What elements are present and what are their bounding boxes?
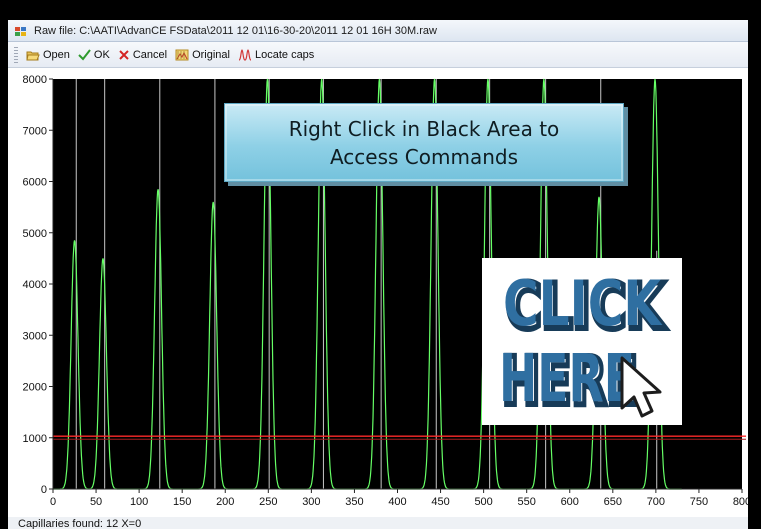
x-tick-label: 700 [647,496,665,508]
x-tick-label: 450 [431,496,449,508]
x-tick-label: 750 [690,496,708,508]
ok-label: OK [93,48,110,61]
toolbar: Open OK Cancel Original Locate caps [8,42,748,68]
status-bar: Capillaries found: 12 X=0 [8,517,748,529]
x-tick-label: 650 [604,496,622,508]
locate-caps-label: Locate caps [254,48,315,61]
x-tick-label: 100 [130,496,148,508]
ok-button[interactable]: OK [74,45,114,65]
app-icon [15,26,26,36]
callout-line-1: Right Click in Black Area to [288,117,560,141]
folder-open-icon [26,51,40,60]
x-tick-label: 550 [518,496,536,508]
status-text: Capillaries found: 12 X=0 [18,518,142,529]
x-tick-label: 600 [561,496,579,508]
y-tick-label: 3000 [23,330,47,342]
x-tick-label: 50 [90,496,102,508]
y-tick-label: 8000 [23,74,47,86]
title-bar[interactable]: Raw file: C:\AATI\AdvanCE FSData\2011 12… [8,20,748,42]
locate-caps-icon [238,48,252,61]
click-here-graphic[interactable]: CLICK CLICK HERE HERE [482,258,682,425]
y-tick-label: 2000 [23,382,47,394]
x-tick-label: 0 [50,496,56,508]
y-tick-label: 6000 [23,177,47,189]
open-button[interactable]: Open [22,45,74,65]
locate-caps-button[interactable]: Locate caps [234,45,318,65]
y-tick-label: 7000 [23,125,47,137]
y-tick-label: 5000 [23,228,47,240]
x-tick-label: 800 [733,496,748,508]
x-tick-label: 200 [216,496,234,508]
x-tick-label: 350 [345,496,363,508]
x-tick-label: 400 [388,496,406,508]
y-tick-label: 4000 [23,279,47,291]
cancel-label: Cancel [132,48,168,61]
checkmark-icon [78,48,91,61]
x-tick-label: 500 [474,496,492,508]
application-window: Raw file: C:\AATI\AdvanCE FSData\2011 12… [0,0,761,529]
click-word: CLICK [503,267,663,340]
here-word: HERE [499,340,635,417]
cancel-x-icon [119,49,129,60]
x-tick-label: 150 [173,496,191,508]
y-tick-label: 1000 [23,433,47,445]
x-tick-label: 300 [302,496,320,508]
callout-line-2: Access Commands [329,145,519,169]
original-label: Original [192,48,230,61]
y-tick-label: 0 [41,484,47,496]
cancel-button[interactable]: Cancel [114,45,171,65]
open-label: Open [43,48,70,61]
original-button[interactable]: Original [171,45,234,65]
original-icon [175,49,189,60]
toolbar-grip[interactable] [14,46,18,63]
instruction-callout: Right Click in Black Area to Access Comm… [224,103,624,182]
window-title: Raw file: C:\AATI\AdvanCE FSData\2011 12… [34,24,437,37]
x-tick-label: 250 [259,496,277,508]
